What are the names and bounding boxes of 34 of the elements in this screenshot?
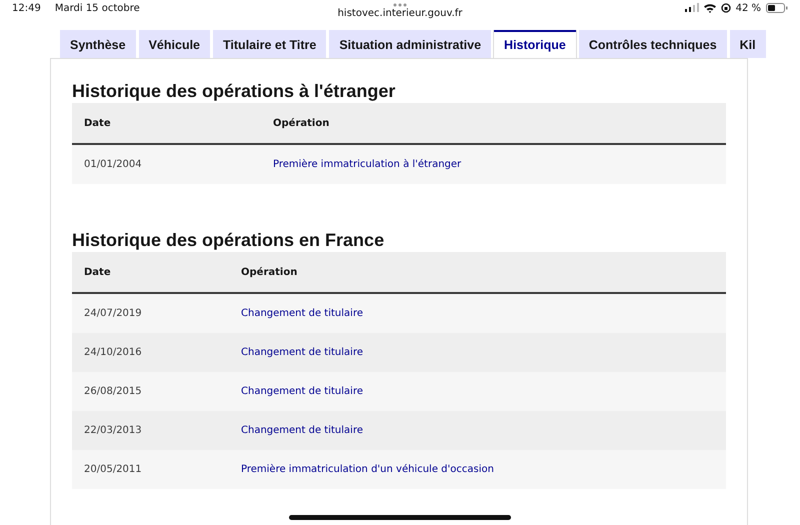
rotation-lock-icon [720,3,731,13]
wifi-icon [704,3,716,13]
tab[interactable]: Situation administrative [329,30,492,58]
date-cell: 20/05/2011 [72,450,229,489]
tab[interactable]: Kil [730,30,766,58]
section-title: Historique des opérations à l'étranger [72,81,396,102]
operation-link[interactable]: Changement de titulaire [241,308,363,319]
tab[interactable]: Titulaire et Titre [213,30,326,58]
more-dots-icon[interactable] [393,3,407,7]
operation-link[interactable]: Changement de titulaire [241,386,363,397]
date-cell: 01/01/2004 [72,145,261,184]
column-header: Date [72,252,229,294]
operation-link[interactable]: Première immatriculation d'un véhicule d'occasion [241,464,494,475]
operation-link[interactable]: Changement de titulaire [241,425,363,436]
tab[interactable]: Véhicule [138,30,210,58]
operation-link[interactable]: Première immatriculation à l'étranger [273,159,462,170]
signal-icon [684,3,699,12]
url-text[interactable]: histovec.interieur.gouv.fr [338,8,462,19]
battery-percent: 42 % [736,3,761,14]
date-cell: 22/03/2013 [72,411,229,450]
battery-icon [766,3,788,13]
tab[interactable]: Historique [494,30,576,58]
column-header: Date [72,103,261,145]
date-text: Mardi 15 octobre [54,3,140,14]
clock-time: 12:49 [12,3,41,14]
operation-link[interactable]: Changement de titulaire [241,347,363,358]
section-title: Historique des opérations en France [72,230,386,251]
tab[interactable]: Synthèse [60,30,136,58]
column-header: Opération [261,103,726,145]
date-cell: 24/10/2016 [72,333,229,372]
date-cell: 26/08/2015 [72,372,229,411]
tab[interactable]: Contrôles techniques [578,30,727,58]
date-cell: 24/07/2019 [72,294,229,333]
column-header: Opération [229,252,726,294]
